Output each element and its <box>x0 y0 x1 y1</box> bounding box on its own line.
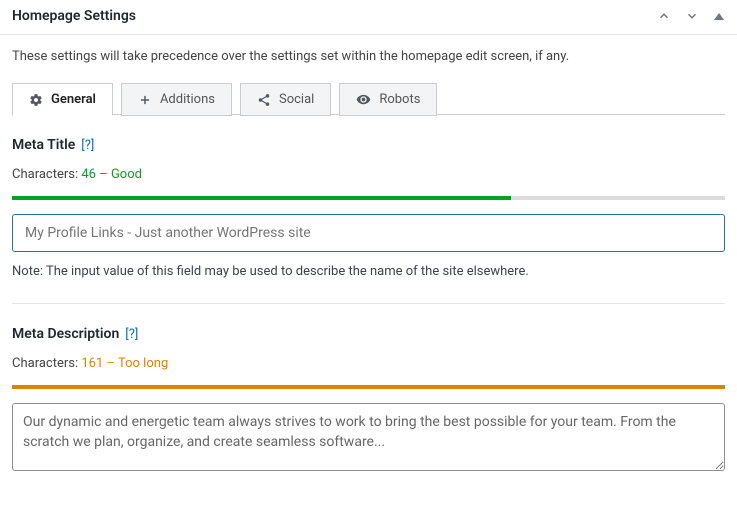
meta-description-label-text: Meta Description <box>12 326 119 342</box>
tab-label: Additions <box>160 92 215 107</box>
gear-icon <box>29 93 43 107</box>
chevron-down-icon[interactable] <box>685 9 699 23</box>
meta-description-label: Meta Description [?] <box>12 326 725 342</box>
meta-description-bar-fill <box>12 385 725 389</box>
eye-icon <box>356 92 371 107</box>
tab-label: General <box>51 92 96 107</box>
tab-general[interactable]: General <box>12 83 113 116</box>
chevron-up-icon[interactable] <box>657 9 671 23</box>
meta-title-help[interactable]: [?] <box>81 138 94 153</box>
intro-text: These settings will take precedence over… <box>0 35 737 82</box>
meta-title-label: Meta Title [?] <box>12 137 725 153</box>
chars-value: 46 – Good <box>81 167 142 182</box>
tabs: General Additions Social Robots <box>0 82 737 115</box>
meta-description-help[interactable]: [?] <box>125 327 138 342</box>
tab-additions[interactable]: Additions <box>121 83 232 116</box>
tab-label: Social <box>279 92 314 107</box>
chars-label: Characters: <box>12 167 81 182</box>
chars-value: 161 – Too long <box>81 356 168 371</box>
chars-label: Characters: <box>12 356 81 371</box>
panel-header-controls <box>657 9 725 23</box>
meta-description-chars: Characters: 161 – Too long <box>12 356 725 371</box>
panel-title: Homepage Settings <box>12 8 136 24</box>
meta-title-bar-fill <box>12 196 511 200</box>
tab-social[interactable]: Social <box>240 83 331 116</box>
meta-description-bar <box>12 385 725 389</box>
meta-description-section: Meta Description [?] Characters: 161 – T… <box>0 304 737 475</box>
meta-title-note: Note: The input value of this field may … <box>12 264 725 279</box>
meta-title-chars: Characters: 46 – Good <box>12 167 725 182</box>
collapse-icon[interactable] <box>713 10 725 22</box>
share-icon <box>257 93 271 107</box>
plus-icon <box>138 93 152 107</box>
tab-label: Robots <box>379 92 420 107</box>
meta-description-input[interactable] <box>12 403 725 471</box>
meta-title-input[interactable] <box>12 214 725 252</box>
homepage-settings-panel: Homepage Settings These settings will ta… <box>0 0 737 475</box>
meta-title-label-text: Meta Title <box>12 137 75 153</box>
meta-title-section: Meta Title [?] Characters: 46 – Good Not… <box>0 115 737 279</box>
tab-robots[interactable]: Robots <box>339 83 437 116</box>
meta-title-bar <box>12 196 725 200</box>
panel-header: Homepage Settings <box>0 0 737 35</box>
